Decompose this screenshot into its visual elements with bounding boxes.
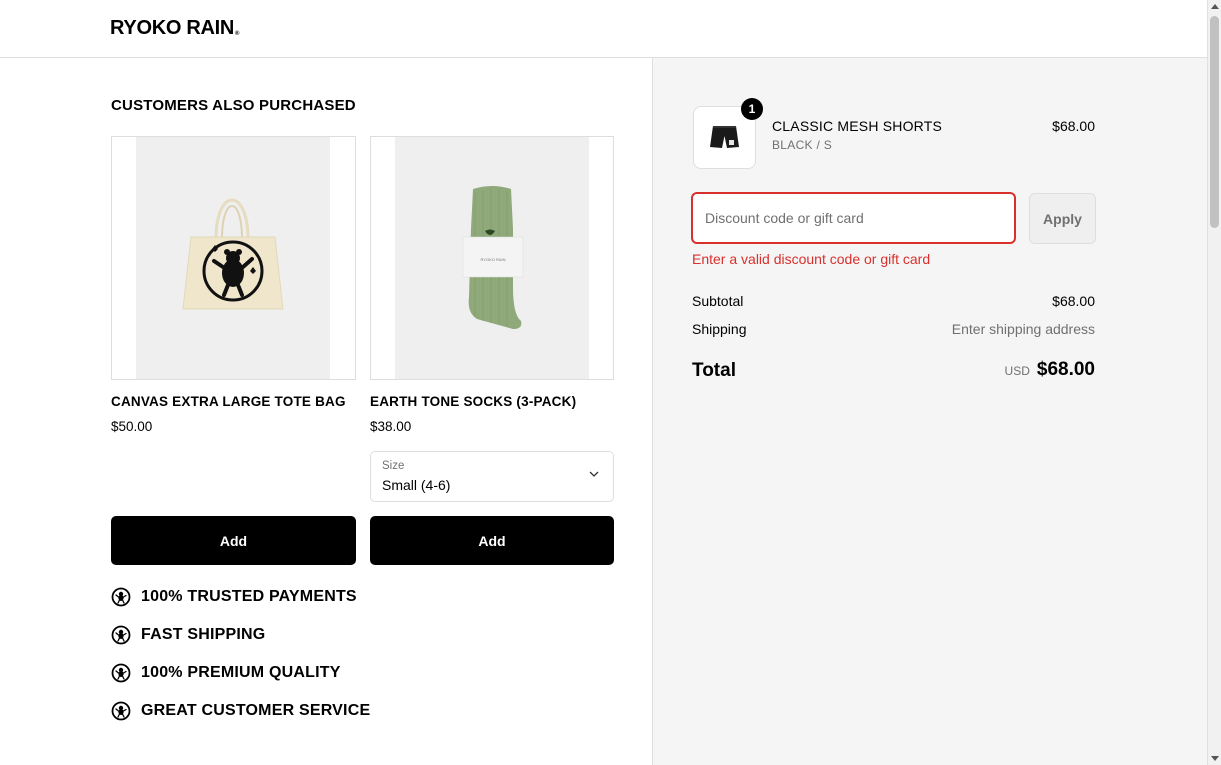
chevron-down-icon xyxy=(589,471,599,477)
trust-badge-label: GREAT CUSTOMER SERVICE xyxy=(141,702,371,719)
trust-badge-payments: 100% TRUSTED PAYMENTS xyxy=(111,587,357,607)
product-price-tote: $50.00 xyxy=(111,419,153,434)
total-value: USD $68.00 xyxy=(1005,359,1095,381)
vertical-scrollbar[interactable] xyxy=(1207,0,1221,765)
trust-badge-shipping: FAST SHIPPING xyxy=(111,625,265,645)
total-label: Total xyxy=(692,360,736,381)
trust-badge-label: FAST SHIPPING xyxy=(141,626,266,643)
upsell-title: CUSTOMERS ALSO PURCHASED xyxy=(111,97,356,114)
total-amount: $68.00 xyxy=(1036,359,1095,380)
size-select[interactable]: Size Small (4-6) xyxy=(370,451,614,502)
subtotal-value: $68.00 xyxy=(1052,293,1095,309)
logo-text: RYOKO RAIN xyxy=(110,17,235,39)
shipping-label: Shipping xyxy=(692,321,747,337)
product-price-socks: $38.00 xyxy=(370,419,412,434)
cart-item-name: CLASSIC MESH SHORTS xyxy=(772,118,943,134)
add-tote-button[interactable]: Add xyxy=(111,516,356,565)
trust-badge-quality: 100% PREMIUM QUALITY xyxy=(111,663,341,683)
trust-badge-label: 100% PREMIUM QUALITY xyxy=(141,664,341,681)
currency-code: USD xyxy=(1004,364,1030,378)
shipping-value: Enter shipping address xyxy=(951,321,1095,337)
bear-badge-icon xyxy=(111,587,131,607)
product-image-background: RYOKO RAIN xyxy=(395,137,589,379)
logo-registered-mark: ® xyxy=(235,31,240,37)
main-column: CUSTOMERS ALSO PURCHASED CANVAS EXTRA LA… xyxy=(0,58,652,765)
scroll-up-arrow-icon[interactable] xyxy=(1211,4,1219,9)
cart-item-price: $68.00 xyxy=(1052,118,1095,134)
trust-badge-service: GREAT CUSTOMER SERVICE xyxy=(111,701,370,721)
product-name-tote: CANVAS EXTRA LARGE TOTE BAG xyxy=(111,394,346,409)
order-summary: 1 CLASSIC MESH SHORTS BLACK / S $68.00 A… xyxy=(652,58,1207,765)
scroll-down-arrow-icon[interactable] xyxy=(1211,756,1219,761)
site-header: RYOKO RAIN ® xyxy=(0,0,1207,58)
product-image-background xyxy=(136,137,330,379)
tote-bag-image xyxy=(182,198,284,310)
cart-item-variant: BLACK / S xyxy=(772,138,833,152)
product-name-socks: EARTH TONE SOCKS (3-PACK) xyxy=(370,394,577,409)
quantity-badge: 1 xyxy=(741,98,763,120)
discount-error-message: Enter a valid discount code or gift card xyxy=(692,251,931,267)
bear-badge-icon xyxy=(111,663,131,683)
size-select-value: Small (4-6) xyxy=(382,477,451,493)
product-image-socks[interactable]: RYOKO RAIN xyxy=(370,136,614,380)
apply-discount-button[interactable]: Apply xyxy=(1029,193,1096,244)
socks-image: RYOKO RAIN xyxy=(462,186,524,329)
bear-badge-icon xyxy=(111,625,131,645)
discount-code-input[interactable] xyxy=(691,192,1016,244)
logo[interactable]: RYOKO RAIN ® xyxy=(110,17,239,40)
trust-badge-label: 100% TRUSTED PAYMENTS xyxy=(141,588,357,605)
add-socks-button[interactable]: Add xyxy=(370,516,614,565)
svg-text:RYOKO RAIN: RYOKO RAIN xyxy=(480,257,505,262)
product-image-tote[interactable] xyxy=(111,136,356,380)
size-select-label: Size xyxy=(382,460,405,472)
bear-badge-icon xyxy=(111,701,131,721)
scrollbar-thumb[interactable] xyxy=(1210,16,1219,228)
subtotal-label: Subtotal xyxy=(692,293,744,309)
